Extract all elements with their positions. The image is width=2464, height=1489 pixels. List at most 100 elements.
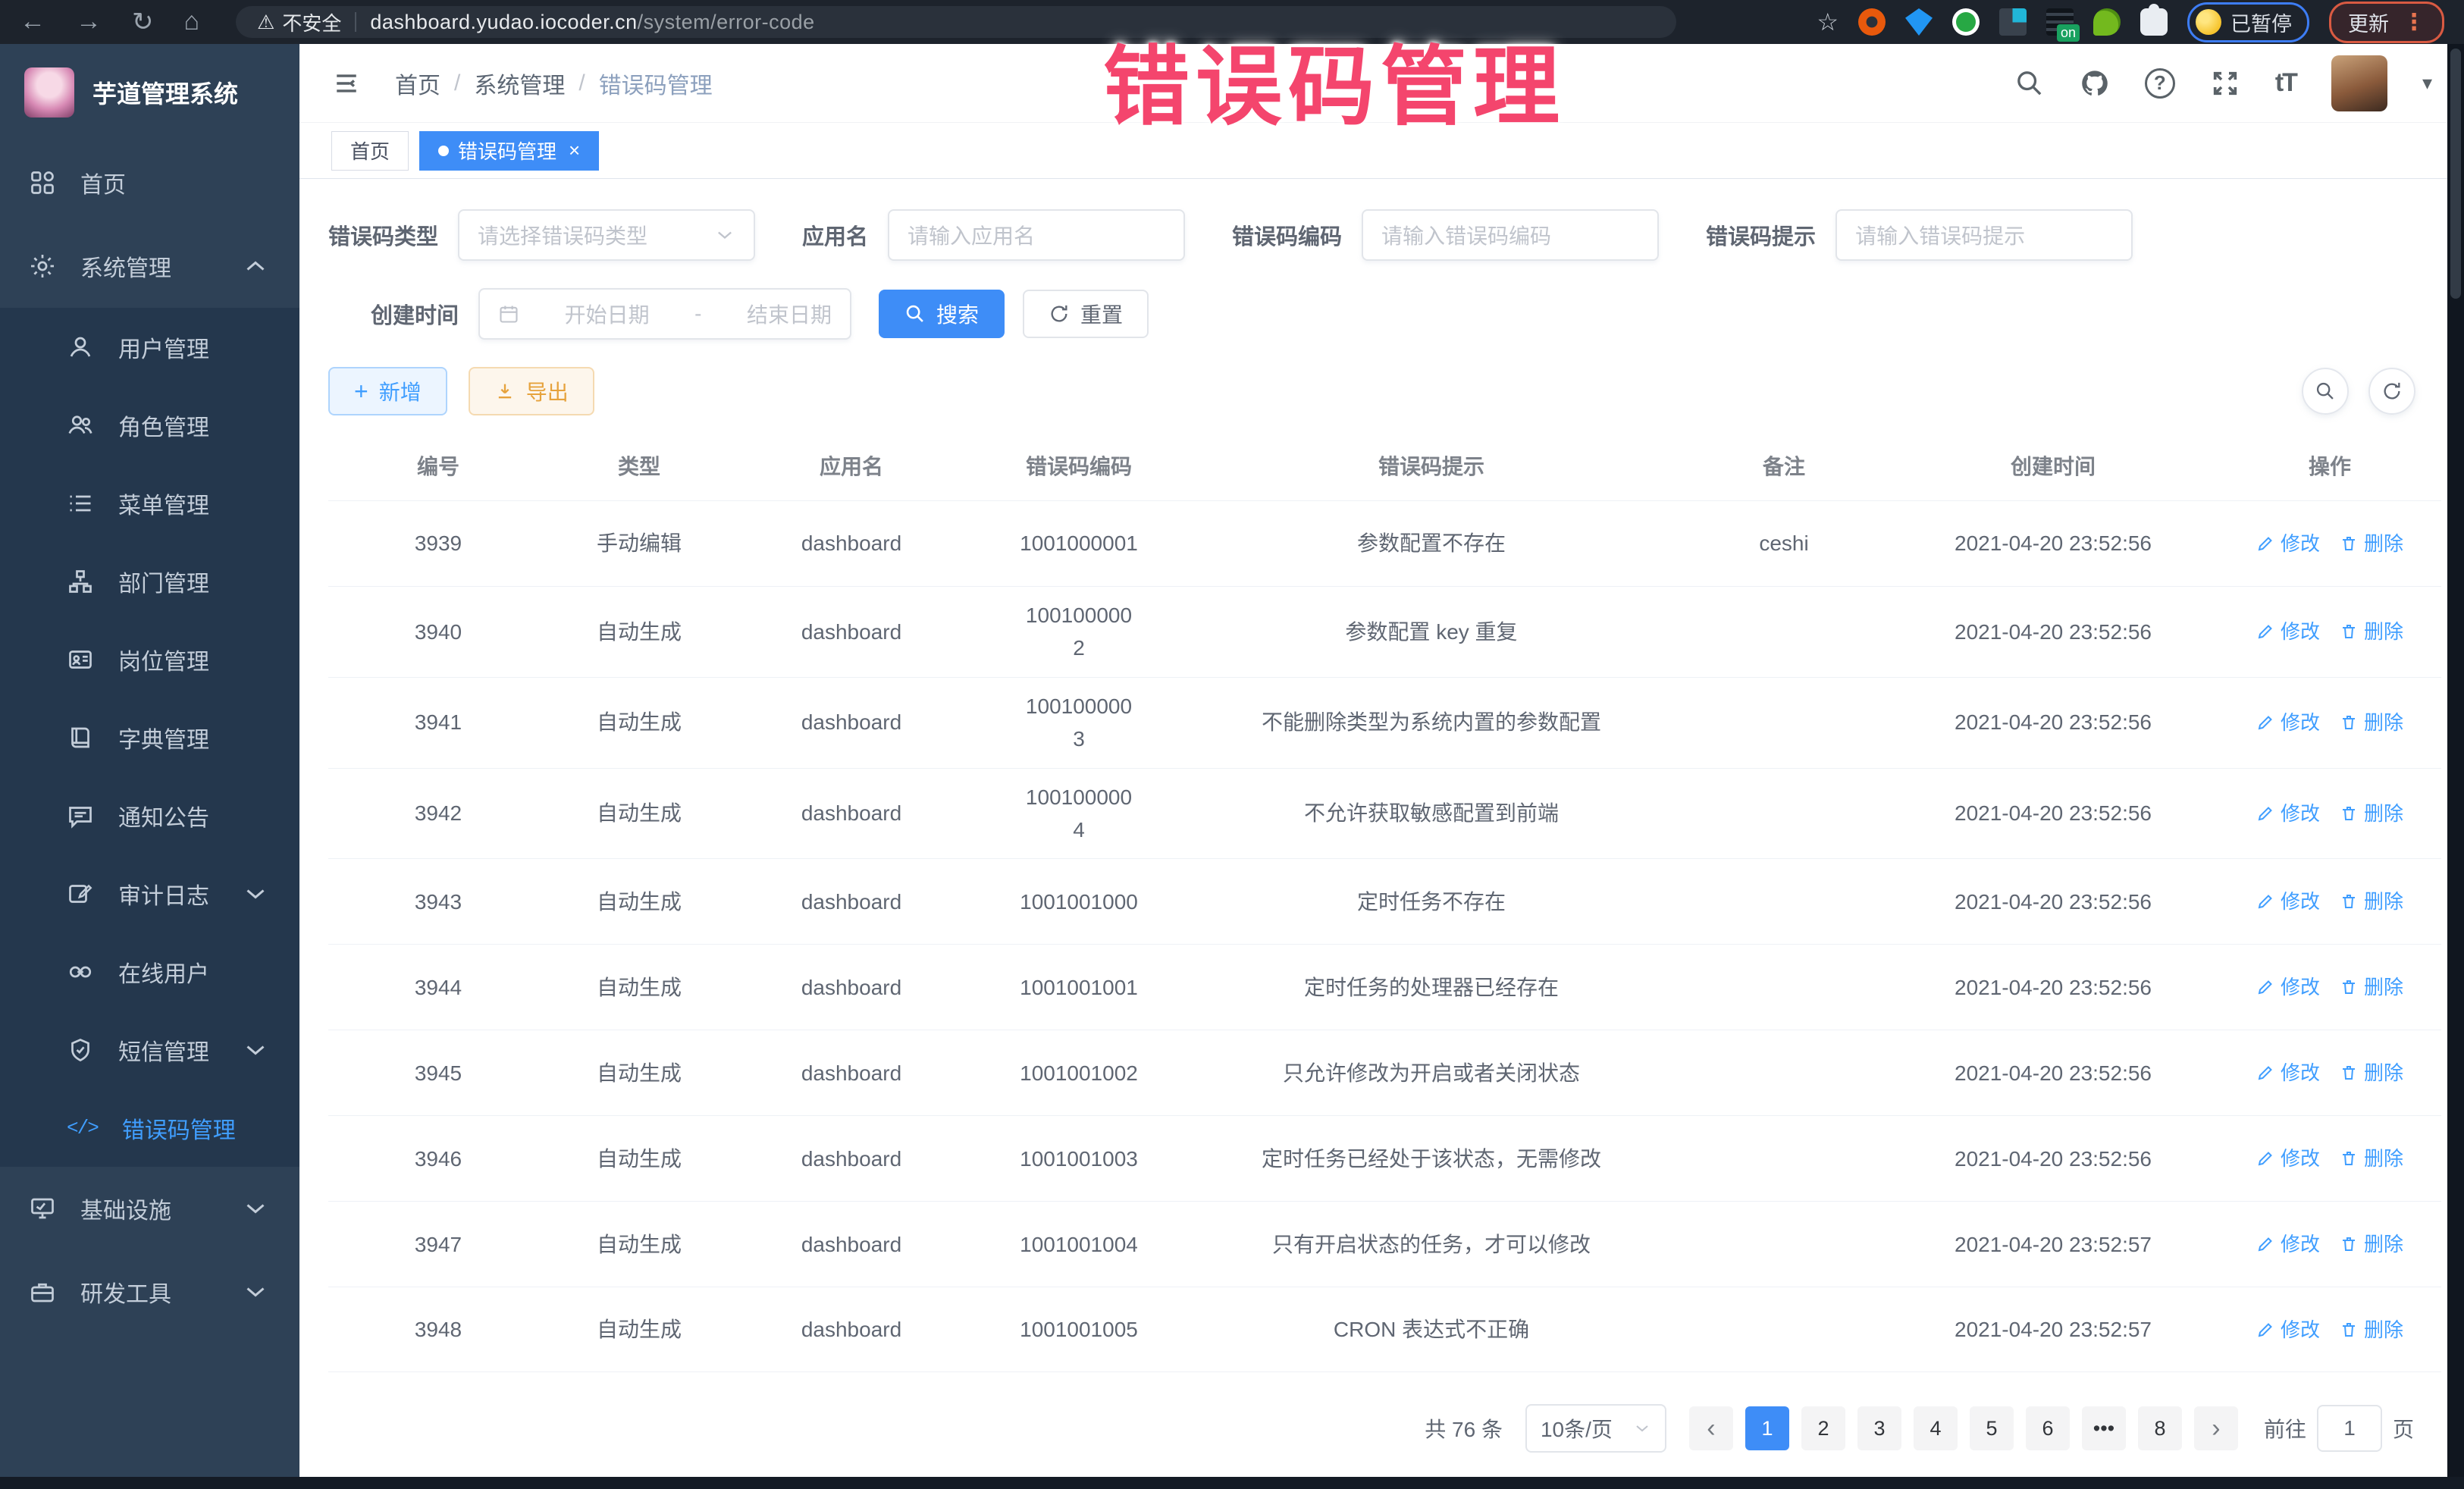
extension-orange-icon[interactable] bbox=[1858, 8, 1886, 36]
page-button-3[interactable]: 3 bbox=[1857, 1406, 1901, 1450]
edit-button[interactable]: 修改 bbox=[2256, 1143, 2320, 1174]
refresh-table-button[interactable] bbox=[2368, 368, 2415, 415]
bookmark-star-icon[interactable]: ☆ bbox=[1817, 8, 1839, 36]
filter-code-label: 错误码编码 bbox=[1232, 219, 1342, 251]
sidebar-item-roles[interactable]: 角色管理 bbox=[0, 386, 299, 464]
browser-menu-icon[interactable]: ⋮ bbox=[2403, 9, 2425, 36]
sidebar-collapse-icon[interactable] bbox=[331, 71, 362, 96]
app-name-input[interactable]: 请输入应用名 bbox=[888, 209, 1185, 261]
page-button-1[interactable]: 1 bbox=[1745, 1406, 1789, 1450]
search-button[interactable]: 搜索 bbox=[879, 290, 1005, 338]
delete-button[interactable]: 删除 bbox=[2340, 1143, 2403, 1174]
sidebar-item-posts[interactable]: 岗位管理 bbox=[0, 620, 299, 698]
extension-gem-icon[interactable] bbox=[1905, 8, 1933, 36]
page-button-6[interactable]: 6 bbox=[2026, 1406, 2070, 1450]
edit-button[interactable]: 修改 bbox=[2256, 528, 2320, 559]
export-button[interactable]: 导出 bbox=[469, 367, 594, 415]
delete-button[interactable]: 删除 bbox=[2340, 707, 2403, 738]
goto-page-input[interactable] bbox=[2317, 1405, 2382, 1452]
menu-list-icon bbox=[67, 490, 94, 517]
edit-button[interactable]: 修改 bbox=[2256, 707, 2320, 738]
error-code-input[interactable]: 请输入错误码编码 bbox=[1362, 209, 1659, 261]
page-button-8[interactable]: 8 bbox=[2138, 1406, 2182, 1450]
delete-button[interactable]: 删除 bbox=[2340, 972, 2403, 1002]
table-row: 3939 手动编辑 dashboard 1001000001 参数配置不存在 c… bbox=[328, 500, 2441, 586]
back-icon[interactable]: ← bbox=[20, 7, 45, 37]
sidebar-item-users[interactable]: 用户管理 bbox=[0, 308, 299, 386]
sidebar-item-system[interactable]: 系统管理 bbox=[0, 224, 299, 308]
add-button[interactable]: + 新增 bbox=[328, 367, 447, 415]
error-msg-input[interactable]: 请输入错误码提示 bbox=[1835, 209, 2133, 261]
toggle-search-button[interactable] bbox=[2302, 368, 2349, 415]
sidebar-item-home[interactable]: 首页 bbox=[0, 141, 299, 224]
extensions-puzzle-icon[interactable] bbox=[2140, 8, 2168, 36]
edit-button[interactable]: 修改 bbox=[2256, 1315, 2320, 1345]
reload-icon[interactable]: ↻ bbox=[132, 7, 154, 37]
page-size-select[interactable]: 10条/页 bbox=[1525, 1404, 1666, 1453]
cell-remark bbox=[1678, 975, 1890, 999]
app-logo[interactable]: 芋道管理系统 bbox=[0, 44, 299, 141]
pencil-icon bbox=[2256, 1149, 2274, 1168]
close-icon[interactable]: × bbox=[569, 139, 580, 162]
font-size-icon[interactable]: tT bbox=[2275, 68, 2296, 98]
delete-button[interactable]: 删除 bbox=[2340, 798, 2403, 829]
delete-button[interactable]: 删除 bbox=[2340, 616, 2403, 647]
github-icon[interactable] bbox=[2080, 68, 2110, 99]
caret-down-icon[interactable]: ▾ bbox=[2422, 71, 2432, 95]
window-scrollbar[interactable] bbox=[2447, 44, 2464, 1489]
prev-page-button[interactable]: ‹ bbox=[1689, 1406, 1733, 1450]
table-toolbar: + 新增 导出 bbox=[328, 367, 2441, 415]
not-secure-warning[interactable]: ⚠ 不安全 bbox=[257, 8, 341, 36]
sidebar-item-audit-log[interactable]: 审计日志 bbox=[0, 854, 299, 933]
page-button-5[interactable]: 5 bbox=[1970, 1406, 2014, 1450]
delete-button[interactable]: 删除 bbox=[2340, 1058, 2403, 1088]
page-button-2[interactable]: 2 bbox=[1801, 1406, 1845, 1450]
cell-time: 2021-04-20 23:52:56 bbox=[1890, 603, 2216, 660]
table-row: 3943 自动生成 dashboard 1001001000 定时任务不存在 2… bbox=[328, 858, 2441, 944]
browser-update-button[interactable]: 更新 ⋮ bbox=[2329, 2, 2444, 43]
page-button-4[interactable]: 4 bbox=[1914, 1406, 1958, 1450]
filter-time-label: 创建时间 bbox=[371, 298, 459, 330]
delete-button[interactable]: 删除 bbox=[2340, 1229, 2403, 1259]
extension-leaf-icon[interactable] bbox=[2093, 8, 2121, 36]
profile-paused-badge[interactable]: 已暂停 bbox=[2187, 2, 2309, 42]
fullscreen-icon[interactable] bbox=[2210, 68, 2240, 99]
next-page-button[interactable]: › bbox=[2194, 1406, 2238, 1450]
delete-button[interactable]: 删除 bbox=[2340, 886, 2403, 917]
date-range-picker[interactable]: 开始日期 - 结束日期 bbox=[478, 288, 851, 340]
sidebar-item-infrastructure[interactable]: 基础设施 bbox=[0, 1167, 299, 1250]
more-pages-button[interactable]: ••• bbox=[2082, 1406, 2126, 1450]
reset-button[interactable]: 重置 bbox=[1023, 290, 1149, 338]
edit-button[interactable]: 修改 bbox=[2256, 972, 2320, 1002]
sidebar-item-sms[interactable]: 短信管理 bbox=[0, 1011, 299, 1089]
edit-button[interactable]: 修改 bbox=[2256, 798, 2320, 829]
sidebar-item-departments[interactable]: 部门管理 bbox=[0, 542, 299, 620]
tab-home[interactable]: 首页 bbox=[331, 131, 409, 171]
extension-list-icon[interactable]: on bbox=[2046, 8, 2074, 36]
calendar-icon bbox=[498, 303, 519, 324]
forward-icon[interactable]: → bbox=[76, 7, 102, 37]
user-avatar[interactable] bbox=[2331, 55, 2387, 111]
tab-error-code[interactable]: 错误码管理 × bbox=[419, 131, 599, 171]
home-icon[interactable]: ⌂ bbox=[184, 7, 200, 37]
sidebar-item-devtools[interactable]: 研发工具 bbox=[0, 1250, 299, 1334]
help-icon[interactable]: ? bbox=[2145, 68, 2175, 99]
edit-button[interactable]: 修改 bbox=[2256, 616, 2320, 647]
breadcrumb-system[interactable]: 系统管理 bbox=[474, 67, 565, 100]
sidebar-item-online-users[interactable]: 在线用户 bbox=[0, 933, 299, 1011]
delete-button[interactable]: 删除 bbox=[2340, 1315, 2403, 1345]
edit-button[interactable]: 修改 bbox=[2256, 1058, 2320, 1088]
scrollbar-thumb[interactable] bbox=[2450, 49, 2461, 299]
extension-grid-icon[interactable] bbox=[1999, 8, 2027, 36]
edit-button[interactable]: 修改 bbox=[2256, 1229, 2320, 1259]
sidebar-item-announcements[interactable]: 通知公告 bbox=[0, 776, 299, 854]
sidebar-item-dictionary[interactable]: 字典管理 bbox=[0, 698, 299, 776]
extension-green-circle-icon[interactable] bbox=[1952, 8, 1980, 36]
error-type-select[interactable]: 请选择错误码类型 bbox=[458, 209, 755, 261]
sidebar-item-error-code[interactable]: </> 错误码管理 bbox=[0, 1089, 299, 1167]
sidebar-item-menus[interactable]: 菜单管理 bbox=[0, 464, 299, 542]
breadcrumb-home[interactable]: 首页 bbox=[395, 67, 440, 100]
search-icon[interactable] bbox=[2014, 68, 2045, 99]
edit-button[interactable]: 修改 bbox=[2256, 886, 2320, 917]
delete-button[interactable]: 删除 bbox=[2340, 528, 2403, 559]
